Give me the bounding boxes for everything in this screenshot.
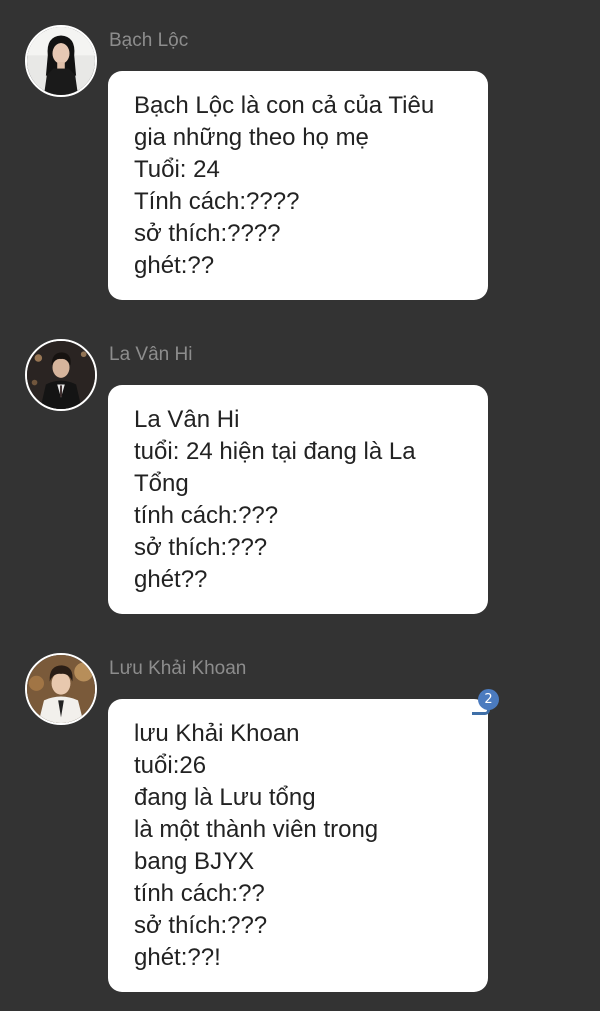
message-line: sở thích:???? — [134, 220, 281, 247]
message-line: lưu Khải Khoan — [134, 720, 300, 747]
message-bubble[interactable]: 2 lưu Khải Khoan tuổi:26 đang là Lưu tổn… — [108, 689, 499, 992]
message-line: Tính cách:???? — [134, 188, 300, 215]
message-line: gia những theo họ mẹ — [134, 124, 369, 151]
message-line: bang BJYX — [134, 848, 255, 875]
message-line: La Vân Hi — [134, 406, 240, 433]
message-line: tính cách:??? — [134, 502, 279, 529]
message-line: Tổng — [134, 470, 189, 497]
sender-avatar[interactable] — [25, 339, 97, 411]
reply-count: 2 — [478, 689, 499, 710]
message-bubble[interactable]: Bạch Lộc là con cả của Tiêu gia những th… — [108, 71, 488, 300]
message-bubble[interactable]: La Vân Hi tuổi: 24 hiện tại đang là La T… — [108, 385, 488, 614]
profile-photo-woman-icon — [27, 27, 95, 95]
message-line: Tuổi: 24 — [134, 156, 220, 183]
message-line: ghét?? — [134, 566, 208, 593]
sender-name: Lưu Khải Khoan — [109, 658, 247, 679]
message-line: Bạch Lộc là con cả của Tiêu — [134, 92, 435, 119]
profile-photo-man-suit-icon — [27, 341, 95, 409]
message-line: sở thích:??? — [134, 912, 268, 939]
sender-avatar[interactable] — [25, 653, 97, 725]
message-line: tuổi:26 — [134, 752, 207, 779]
message-line: tuổi: 24 hiện tại đang là La — [134, 438, 416, 465]
sender-avatar[interactable] — [25, 25, 97, 97]
message-line: ghét:??! — [134, 944, 221, 971]
message-line: đang là Lưu tổng — [134, 784, 316, 811]
message-line: là một thành viên trong — [134, 816, 379, 843]
profile-photo-man-warm-icon — [27, 655, 95, 723]
sender-name: Bạch Lộc — [109, 30, 189, 51]
sender-name: La Vân Hi — [109, 344, 193, 365]
message-line: sở thích:??? — [134, 534, 268, 561]
message-line: ghét:?? — [134, 252, 215, 279]
reply-count-badge[interactable]: 2 — [472, 689, 499, 715]
message-line: tính cách:?? — [134, 880, 265, 907]
